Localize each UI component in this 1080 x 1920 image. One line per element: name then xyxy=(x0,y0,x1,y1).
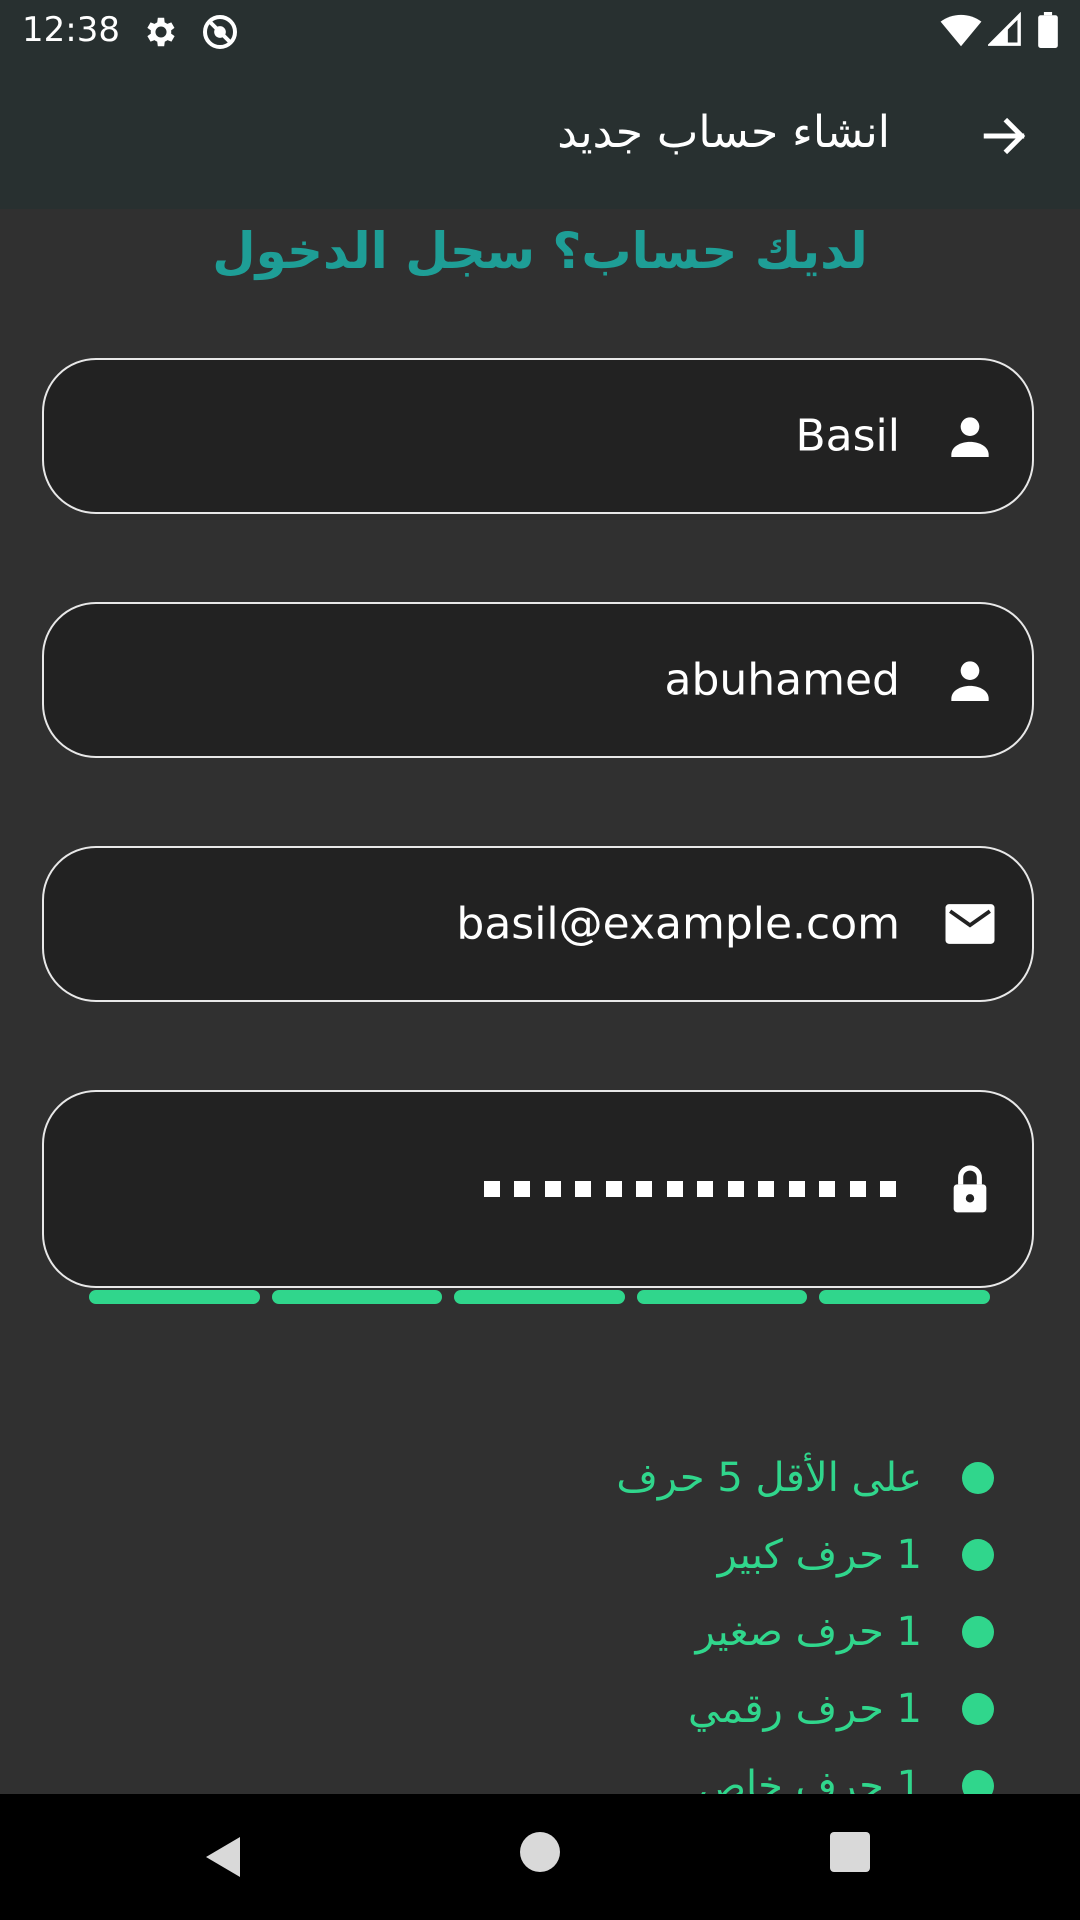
wifi-icon xyxy=(940,14,982,47)
name-field[interactable]: Basil xyxy=(42,358,1034,514)
rule-item: على الأقل 5 حرف xyxy=(0,1448,1080,1508)
page-title: انشاء حساب جديد xyxy=(557,107,890,158)
strength-segment xyxy=(271,1290,443,1304)
rule-text: على الأقل 5 حرف xyxy=(616,1455,922,1501)
rule-text: 1 حرف صغير xyxy=(695,1609,922,1655)
system-nav-bar xyxy=(0,1794,1080,1920)
password-rules-list: على الأقل 5 حرف 1 حرف كبير 1 حرف صغير 1 … xyxy=(0,1448,1080,1794)
strength-segment xyxy=(819,1290,990,1304)
check-dot-icon xyxy=(962,1770,994,1794)
rule-text: 1 حرف كبير xyxy=(717,1532,922,1578)
dnd-icon xyxy=(203,15,237,49)
name-value: Basil xyxy=(795,410,900,462)
check-dot-icon xyxy=(962,1462,994,1494)
gear-icon xyxy=(147,17,175,47)
password-mask xyxy=(483,1181,896,1197)
lock-icon xyxy=(953,1165,987,1213)
strength-segment xyxy=(454,1290,625,1304)
mail-icon xyxy=(945,904,995,944)
email-value: basil@example.com xyxy=(456,898,900,950)
check-dot-icon xyxy=(962,1693,994,1725)
password-field[interactable] xyxy=(42,1090,1034,1288)
strength-segment xyxy=(636,1290,808,1304)
rule-item: 1 حرف رقمي xyxy=(0,1679,1080,1739)
app-bar: انشاء حساب جديد xyxy=(0,63,1080,209)
arrow-right-icon[interactable] xyxy=(980,111,1030,161)
person-icon xyxy=(951,417,989,457)
recents-square-icon[interactable] xyxy=(830,1832,870,1872)
home-circle-icon[interactable] xyxy=(520,1832,560,1872)
rule-text: 1 حرف خاص xyxy=(697,1763,922,1794)
password-strength-bar xyxy=(89,1290,990,1304)
check-dot-icon xyxy=(962,1539,994,1571)
check-dot-icon xyxy=(962,1616,994,1648)
rule-text: 1 حرف رقمي xyxy=(687,1686,922,1732)
battery-icon xyxy=(1038,12,1058,48)
email-field[interactable]: basil@example.com xyxy=(42,846,1034,1002)
rule-item: 1 حرف كبير xyxy=(0,1525,1080,1585)
rule-item: 1 حرف خاص xyxy=(0,1756,1080,1794)
strength-segment xyxy=(89,1290,260,1304)
status-bar: 12:38 xyxy=(0,0,1080,63)
person-icon xyxy=(951,661,989,701)
status-time: 12:38 xyxy=(22,10,120,50)
signal-icon xyxy=(988,12,1021,46)
back-triangle-icon[interactable] xyxy=(200,1832,248,1882)
rule-item: 1 حرف صغير xyxy=(0,1602,1080,1662)
login-link[interactable]: لديك حساب؟ سجل الدخول xyxy=(0,222,1080,280)
username-value: abuhamed xyxy=(664,654,901,706)
username-field[interactable]: abuhamed xyxy=(42,602,1034,758)
